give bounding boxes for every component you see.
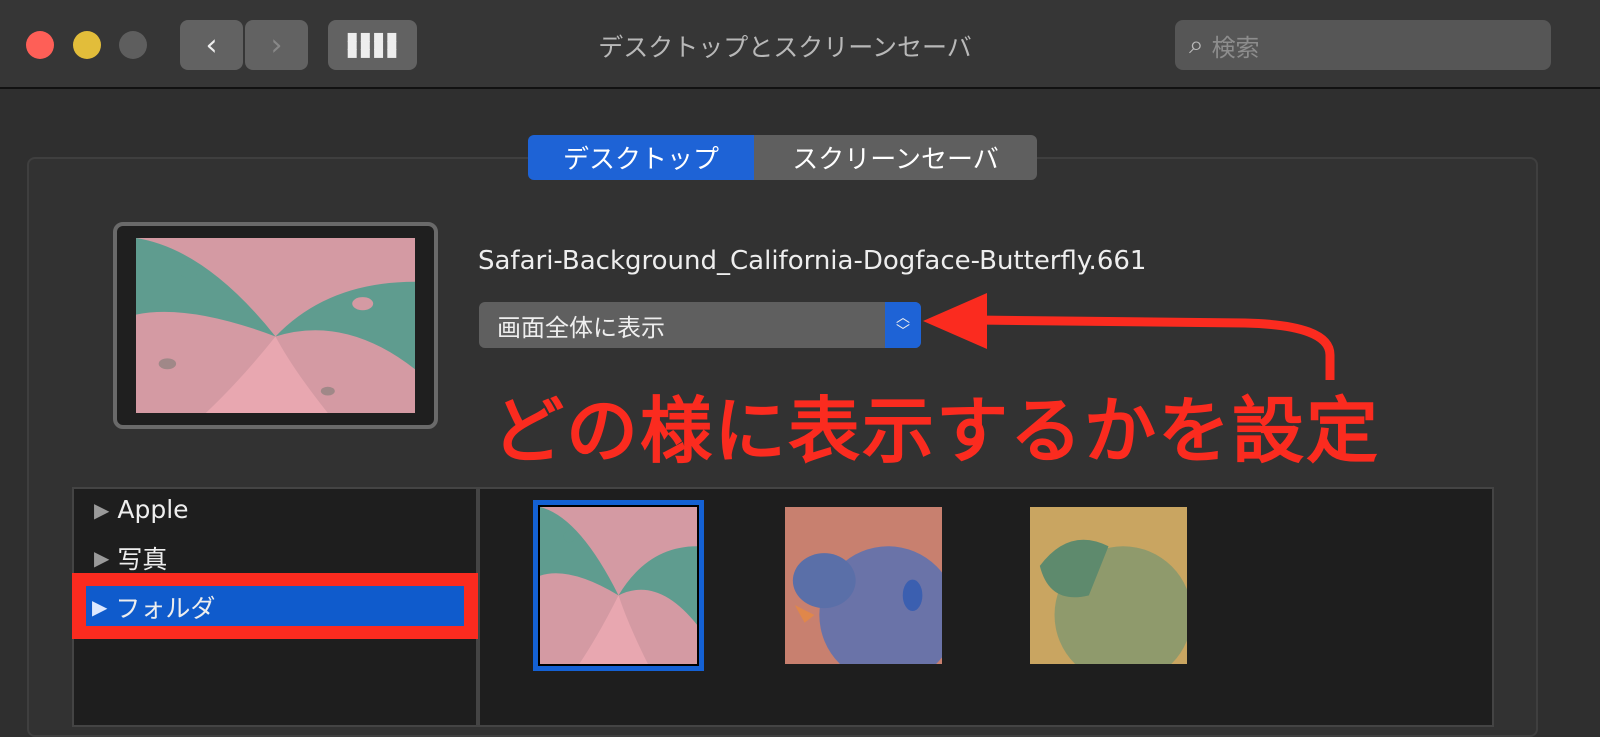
fit-option-select[interactable]: 画面全体に表示 ︿ ﹀ — [479, 302, 921, 348]
sidebar-item-folder[interactable]: ▶ フォルダ — [86, 586, 464, 626]
close-button[interactable] — [26, 31, 54, 59]
grid-icon: ▪▪▪▪ ▪▪▪▪ ▪▪▪▪ — [346, 26, 399, 63]
show-all-button[interactable]: ▪▪▪▪ ▪▪▪▪ ▪▪▪▪ — [328, 20, 417, 70]
tab-screensaver[interactable]: スクリーンセーバ — [754, 135, 1037, 180]
tab-desktop[interactable]: デスクトップ — [528, 135, 754, 180]
annotation-text: どの様に表示するかを設定 — [492, 389, 1381, 473]
wallpaper-grid — [478, 487, 1494, 727]
source-list: ▶ Apple ▶ 写真 ▶ フォルダ — [72, 487, 478, 727]
title-bar: ‹ › ▪▪▪▪ ▪▪▪▪ ▪▪▪▪ デスクトップとスクリーンセーバ ⌕ 検索 — [0, 0, 1600, 89]
thumbnail-parrot[interactable] — [1030, 507, 1192, 684]
item-label: フォルダ — [115, 594, 216, 623]
annotation-arrow — [923, 293, 1335, 380]
sidebar-item-photos[interactable]: ▶ 写真 — [94, 540, 167, 576]
minimize-button[interactable] — [73, 31, 101, 59]
window-title: デスクトップとスクリーンセーバ — [598, 33, 972, 62]
zoom-button[interactable] — [119, 31, 147, 59]
item-label: Apple — [117, 495, 189, 524]
sidebar-item-apple[interactable]: ▶ Apple — [94, 495, 189, 524]
fit-option-value: 画面全体に表示 — [497, 313, 665, 342]
item-label: 写真 — [117, 545, 168, 574]
thumbnail-butterfly[interactable] — [533, 500, 704, 671]
disclosure-triangle-icon: ▶ — [94, 546, 110, 570]
search-placeholder: 検索 — [1211, 33, 1260, 62]
search-icon: ⌕ — [1189, 29, 1204, 60]
preview-image — [136, 238, 415, 413]
search-input[interactable]: ⌕ 検索 — [1175, 20, 1551, 70]
desktop-preview — [113, 222, 438, 429]
forward-button[interactable]: › — [245, 20, 308, 70]
chevron-left-icon: ‹ — [205, 27, 218, 63]
back-button[interactable]: ‹ — [180, 20, 243, 70]
chevron-right-icon: › — [270, 27, 283, 63]
disclosure-triangle-icon: ▶ — [92, 595, 108, 619]
wallpaper-filename: Safari-Background_California-Dogface-But… — [478, 246, 1147, 276]
thumbnail-bear[interactable] — [785, 507, 957, 684]
disclosure-triangle-icon: ▶ — [94, 497, 110, 522]
